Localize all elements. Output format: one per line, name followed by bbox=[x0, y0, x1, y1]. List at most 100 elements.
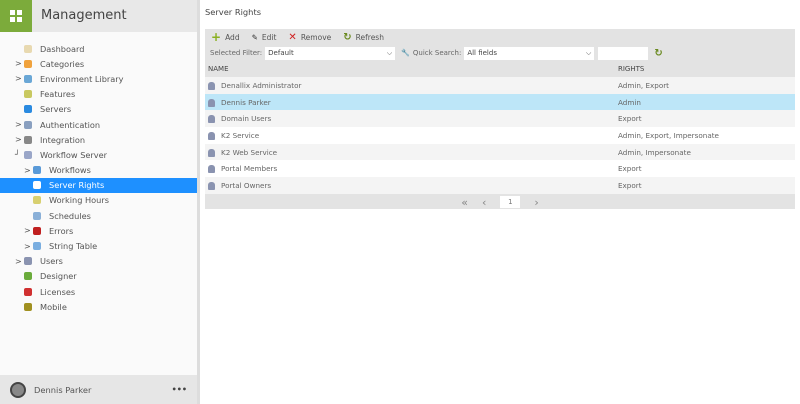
pager: « ‹ 1 › bbox=[205, 194, 795, 211]
license-icon bbox=[24, 287, 32, 296]
main-content: Server Rights + Add ✎ Edit ✕ Remove ↻ Refres… bbox=[203, 0, 800, 404]
refresh-icon: ↻ bbox=[343, 31, 352, 43]
plus-icon: + bbox=[211, 30, 222, 44]
avatar[interactable] bbox=[10, 381, 26, 398]
filter-bar: Selected Filter: Default ⌵ 🔧 Quick Search… bbox=[205, 45, 795, 61]
sidebar-item-server-rights[interactable]: Server Rights bbox=[0, 177, 197, 193]
table-row[interactable]: Dennis Parker Admin bbox=[205, 93, 795, 111]
sidebar-item-working-hours[interactable]: Working Hours bbox=[0, 193, 197, 208]
table-row[interactable]: K2 Web Service Admin, Impersonate bbox=[205, 143, 795, 161]
sidebar-item-mobile[interactable]: Mobile bbox=[0, 299, 197, 314]
lock-icon bbox=[33, 181, 41, 190]
user-icon bbox=[208, 98, 215, 107]
chevron-down-icon: ⌵ bbox=[386, 48, 393, 57]
sidebar-item-schedules[interactable]: Schedules bbox=[0, 208, 197, 223]
sidebar-item-label: Categories bbox=[40, 58, 85, 69]
sidebar-item-features[interactable]: Features bbox=[0, 87, 197, 102]
table-row[interactable]: K2 Service Admin, Export, Impersonate bbox=[205, 127, 795, 144]
sidebar-item-servers[interactable]: Servers bbox=[0, 102, 197, 117]
user-name: Dennis Parker bbox=[34, 384, 92, 395]
selected-filter-dropdown[interactable]: Default ⌵ bbox=[265, 46, 396, 60]
puzzle-icon bbox=[24, 135, 32, 144]
sidebar-item-label: Workflow Server bbox=[40, 149, 108, 160]
folder-icon bbox=[24, 59, 32, 68]
expand-chevron-icon[interactable]: > bbox=[15, 257, 22, 266]
sidebar-item-users[interactable]: > Users bbox=[0, 254, 197, 269]
sidebar-item-categories[interactable]: > Categories bbox=[0, 56, 197, 71]
search-refresh-icon[interactable]: ↻ bbox=[654, 48, 662, 59]
sidebar-item-label: Workflows bbox=[49, 165, 91, 176]
quick-search-field-dropdown[interactable]: All fields ⌵ bbox=[464, 46, 595, 60]
x-icon: ✕ bbox=[288, 31, 297, 43]
wrench-icon: 🔧 bbox=[401, 49, 410, 57]
expand-chevron-icon[interactable]: > bbox=[24, 166, 31, 175]
expand-chevron-icon[interactable]: > bbox=[24, 226, 31, 235]
chevron-down-icon: ⌵ bbox=[586, 48, 592, 57]
user-icon bbox=[208, 115, 215, 124]
quick-search-label: Quick Search: bbox=[412, 49, 462, 57]
add-button[interactable]: + Add bbox=[211, 30, 240, 44]
sidebar-item-licenses[interactable]: Licenses bbox=[0, 284, 197, 299]
workflow-icon bbox=[33, 166, 41, 175]
table-row[interactable]: Denallix Administrator Admin, Export bbox=[205, 77, 795, 94]
sidebar-item-workflow-server[interactable]: ┘ Workflow Server bbox=[0, 147, 197, 162]
name-cell: Portal Members bbox=[205, 160, 615, 178]
first-page-button[interactable]: « bbox=[461, 196, 468, 209]
user-icon bbox=[208, 81, 215, 90]
clock-icon bbox=[33, 196, 41, 205]
rights-cell: Admin, Impersonate bbox=[615, 143, 795, 161]
sidebar-item-dashboard[interactable]: Dashboard bbox=[0, 41, 197, 56]
schedule-icon bbox=[33, 211, 41, 220]
name-cell: K2 Web Service bbox=[205, 143, 615, 161]
column-header-name[interactable]: NAME bbox=[205, 61, 615, 77]
page-number-input[interactable]: 1 bbox=[500, 196, 521, 209]
edit-button[interactable]: ✎ Edit bbox=[252, 33, 277, 42]
user-icon bbox=[208, 181, 215, 190]
workflow-server-icon bbox=[24, 150, 32, 159]
column-header-rights[interactable]: RIGHTS bbox=[615, 61, 795, 77]
more-options-button[interactable]: ••• bbox=[172, 385, 187, 394]
sidebar-item-label: Mobile bbox=[40, 301, 67, 312]
expand-chevron-icon[interactable]: > bbox=[15, 59, 22, 68]
sidebar: Management Dashboard > Categories > Environm… bbox=[0, 0, 200, 404]
app-title: Management bbox=[41, 8, 127, 23]
table-row[interactable]: Domain Users Export bbox=[205, 110, 795, 128]
error-icon bbox=[33, 226, 41, 235]
expand-chevron-icon[interactable]: > bbox=[24, 242, 31, 251]
rights-cell: Export bbox=[615, 160, 795, 178]
quick-search-input[interactable] bbox=[598, 46, 649, 60]
name-cell: Domain Users bbox=[205, 110, 615, 128]
sidebar-item-label: Users bbox=[40, 256, 63, 267]
sidebar-item-environment-library[interactable]: > Environment Library bbox=[0, 71, 197, 86]
user-icon bbox=[208, 131, 215, 140]
sidebar-item-errors[interactable]: > Errors bbox=[0, 223, 197, 238]
sidebar-item-authentication[interactable]: > Authentication bbox=[0, 117, 197, 132]
prev-page-button[interactable]: ‹ bbox=[482, 196, 486, 209]
dashboard-icon bbox=[24, 44, 32, 53]
sidebar-item-integration[interactable]: > Integration bbox=[0, 132, 197, 147]
sidebar-item-label: Errors bbox=[49, 225, 74, 236]
sidebar-item-label: Dashboard bbox=[40, 43, 85, 54]
sidebar-item-string-table[interactable]: > String Table bbox=[0, 238, 197, 253]
app-grid-icon[interactable] bbox=[0, 0, 32, 32]
remove-button[interactable]: ✕ Remove bbox=[288, 32, 331, 43]
sidebar-item-workflows[interactable]: > Workflows bbox=[0, 163, 197, 178]
features-icon bbox=[24, 90, 32, 99]
collapse-icon[interactable]: ┘ bbox=[15, 150, 20, 159]
name-cell: K2 Service bbox=[205, 127, 615, 144]
expand-chevron-icon[interactable]: > bbox=[15, 74, 22, 83]
user-footer: Dennis Parker ••• bbox=[0, 375, 197, 404]
sidebar-item-designer[interactable]: Designer bbox=[0, 269, 197, 284]
table-row[interactable]: Portal Members Export bbox=[205, 160, 795, 178]
mobile-icon bbox=[24, 302, 32, 311]
sidebar-item-label: Features bbox=[40, 89, 76, 100]
sidebar-item-label: Schedules bbox=[49, 210, 91, 221]
user-icon bbox=[208, 165, 215, 174]
table-row[interactable]: Portal Owners Export bbox=[205, 177, 795, 194]
designer-icon bbox=[24, 272, 32, 281]
refresh-button[interactable]: ↻ Refresh bbox=[343, 32, 384, 43]
next-page-button[interactable]: › bbox=[534, 196, 538, 209]
rights-cell: Admin, Export bbox=[615, 77, 795, 94]
expand-chevron-icon[interactable]: > bbox=[15, 135, 22, 144]
expand-chevron-icon[interactable]: > bbox=[15, 120, 22, 129]
